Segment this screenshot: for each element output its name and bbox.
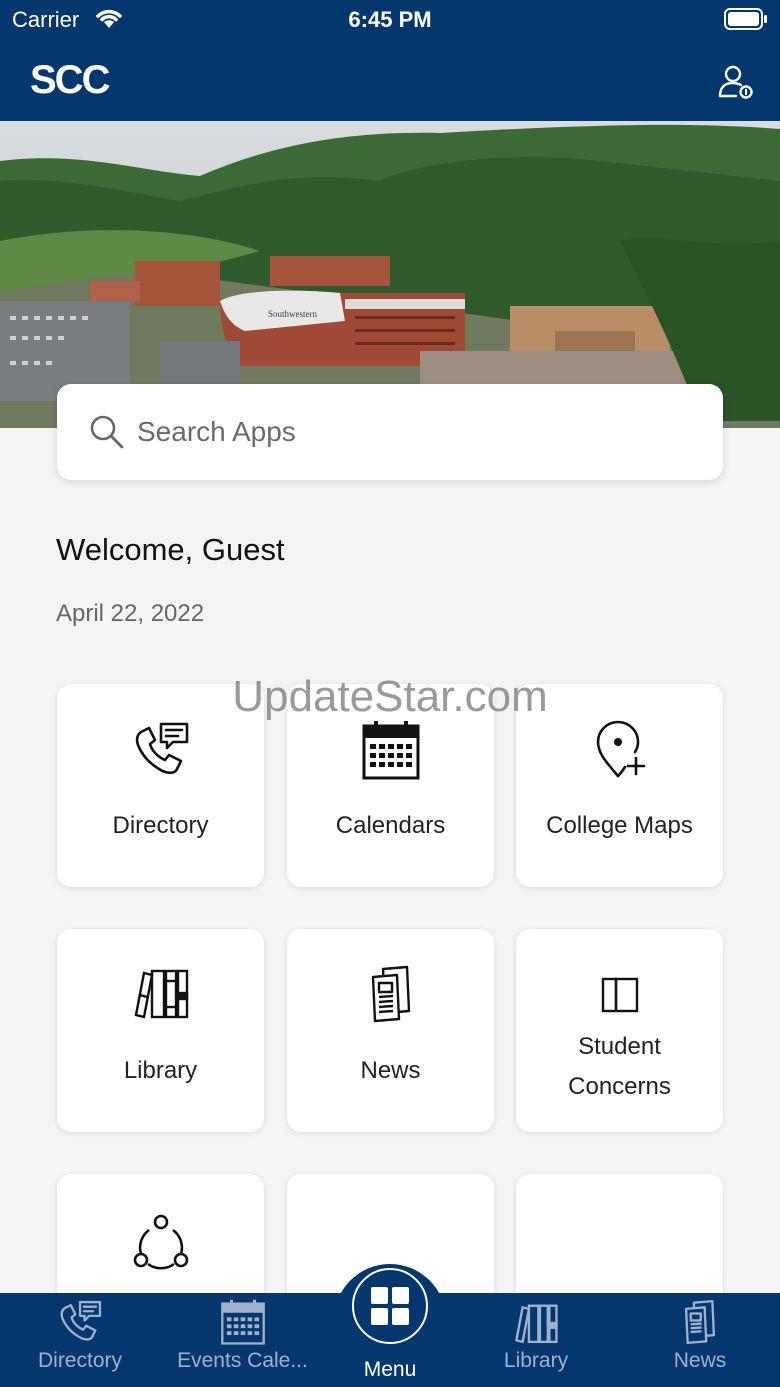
- campus-hero-image: Southwestern: [0, 121, 780, 428]
- battery-icon: [724, 8, 768, 35]
- scc-logo: SCC: [30, 58, 110, 102]
- tile-label-news: News: [360, 1057, 421, 1084]
- status-bar: Carrier 6:45 PM: [0, 0, 780, 40]
- books-icon: [456, 1293, 616, 1349]
- tab-menu[interactable]: [352, 1268, 428, 1344]
- newspaper-icon: [620, 1293, 780, 1349]
- share-circle-icon: [57, 1210, 264, 1270]
- tile-news[interactable]: News: [287, 929, 494, 1132]
- phone-chat-icon: [0, 1293, 160, 1349]
- tab-label-news: News: [673, 1349, 727, 1372]
- tab-news[interactable]: News: [620, 1293, 780, 1387]
- tile-directory[interactable]: Directory: [57, 684, 264, 887]
- tab-events-calendar[interactable]: Events Cale...: [160, 1293, 325, 1387]
- tile-calendars[interactable]: Calendars: [287, 684, 494, 887]
- tile-label-college-maps: College Maps: [546, 812, 693, 839]
- tile-label-library: Library: [123, 1057, 198, 1084]
- app-header: SCC: [0, 40, 780, 121]
- tab-directory[interactable]: Directory: [0, 1293, 160, 1387]
- tab-label-directory: Directory: [37, 1349, 122, 1372]
- account-button[interactable]: [716, 62, 756, 102]
- calendar-icon: [160, 1293, 325, 1349]
- tile-label-line: Concerns: [568, 1073, 671, 1100]
- grid-icon: [371, 1287, 409, 1325]
- tile-student-concerns[interactable]: Student Concerns: [516, 929, 723, 1132]
- tile-label-directory: Directory: [112, 812, 209, 839]
- phone-chat-icon: [57, 720, 264, 780]
- tab-label-events-calendar: Events Cale...: [177, 1349, 308, 1372]
- search-input[interactable]: [137, 410, 697, 454]
- tile-label-student-concerns: Student Concerns: [516, 1027, 723, 1107]
- tile-label-line: Student: [578, 1033, 661, 1060]
- tab-label-library: Library: [503, 1349, 569, 1372]
- tile-label-calendars: Calendars: [335, 812, 446, 839]
- welcome-greeting: Welcome, Guest: [56, 532, 285, 567]
- current-date: April 22, 2022: [56, 600, 205, 627]
- user-account-icon: [718, 65, 753, 99]
- calendar-icon: [287, 720, 494, 780]
- building-sign-text: Southwestern: [268, 309, 317, 319]
- tile-library[interactable]: Library: [57, 929, 264, 1132]
- panels-icon: [516, 965, 723, 1025]
- books-icon: [57, 965, 264, 1025]
- search-icon: [89, 414, 125, 455]
- tab-library[interactable]: Library: [456, 1293, 616, 1387]
- newspaper-icon: [287, 965, 494, 1025]
- clock-time: 6:45 PM: [348, 7, 432, 32]
- tile-college-maps[interactable]: College Maps: [516, 684, 723, 887]
- map-pin-plus-icon: [516, 720, 723, 780]
- search-bar[interactable]: [57, 384, 723, 480]
- tab-label-menu: Menu: [363, 1358, 417, 1381]
